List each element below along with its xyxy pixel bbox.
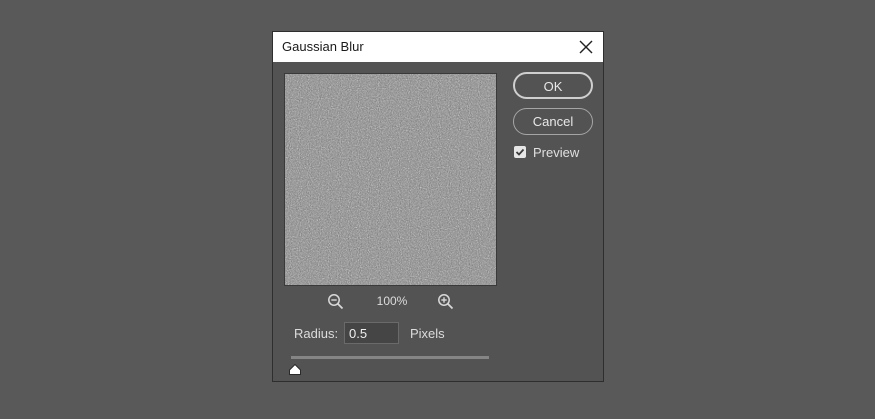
radius-label: Radius: xyxy=(294,326,339,341)
ok-button[interactable]: OK xyxy=(513,72,593,99)
close-icon xyxy=(579,40,593,54)
zoom-in-button[interactable] xyxy=(437,293,455,311)
dialog-titlebar: Gaussian Blur xyxy=(273,32,603,62)
blur-preview-image[interactable] xyxy=(284,73,497,286)
radius-input[interactable] xyxy=(344,322,399,344)
dialog-title: Gaussian Blur xyxy=(282,39,364,54)
checkmark-icon xyxy=(515,148,525,156)
preview-label: Preview xyxy=(533,144,580,160)
close-button[interactable] xyxy=(573,34,599,60)
cancel-button[interactable]: Cancel xyxy=(513,108,593,135)
zoom-in-icon xyxy=(438,294,454,310)
zoom-out-icon xyxy=(328,294,344,310)
slider-thumb-icon xyxy=(289,363,301,375)
zoom-out-button[interactable] xyxy=(327,293,345,311)
radius-slider-thumb[interactable] xyxy=(289,362,301,375)
preview-checkbox[interactable] xyxy=(514,146,526,158)
radius-slider-track[interactable] xyxy=(291,356,489,359)
gaussian-blur-dialog: Gaussian Blur OK Cancel Preview 100% Rad… xyxy=(272,31,604,382)
preview-toggle[interactable]: Preview xyxy=(514,144,580,160)
radius-unit-label: Pixels xyxy=(410,326,445,341)
noise-preview xyxy=(285,74,496,285)
zoom-level: 100% xyxy=(376,294,408,308)
